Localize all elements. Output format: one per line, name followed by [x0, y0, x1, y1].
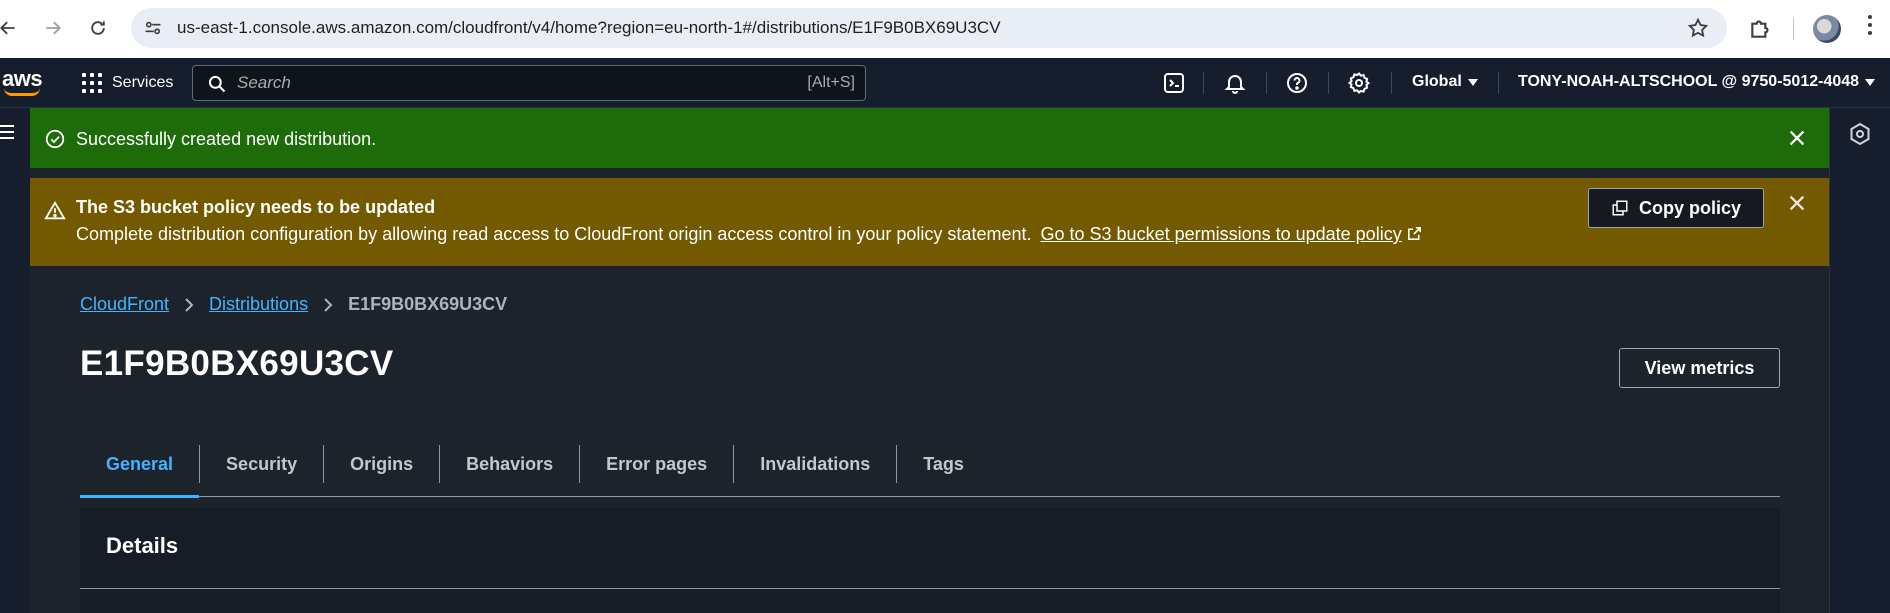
services-label: Services	[112, 74, 174, 91]
extensions-icon[interactable]	[1748, 15, 1774, 41]
tools-panel-icon[interactable]	[1848, 122, 1872, 146]
browser-menu-icon[interactable]	[1866, 15, 1874, 41]
cloudshell-icon[interactable]	[1161, 70, 1187, 96]
settings-gear-icon[interactable]	[1346, 70, 1372, 96]
nav-divider	[1203, 72, 1204, 94]
back-icon[interactable]	[0, 14, 22, 42]
page-title: E1F9B0BX69U3CV	[80, 344, 394, 383]
toolbar-divider	[1793, 18, 1794, 40]
breadcrumb-distributions[interactable]: Distributions	[209, 294, 308, 315]
region-selector[interactable]: Global	[1412, 73, 1478, 91]
nav-divider	[1391, 72, 1392, 94]
notifications-bell-icon[interactable]	[1222, 70, 1248, 96]
tab-invalidations[interactable]: Invalidations	[734, 432, 896, 496]
search-input[interactable]	[237, 73, 737, 93]
chevron-right-icon	[185, 297, 194, 312]
warning-triangle-icon	[44, 200, 66, 220]
profile-avatar[interactable]	[1813, 15, 1841, 43]
view-metrics-button[interactable]: View metrics	[1619, 348, 1780, 388]
nav-divider	[1266, 72, 1267, 94]
main-content: Successfully created new distribution. T…	[30, 108, 1829, 613]
success-message: Successfully created new distribution.	[76, 129, 377, 149]
copy-policy-button[interactable]: Copy policy	[1588, 188, 1764, 228]
caret-down-icon	[1467, 78, 1478, 86]
chevron-right-icon	[324, 297, 333, 312]
region-label: Global	[1412, 73, 1462, 90]
dismiss-warning-close-icon[interactable]	[1786, 192, 1808, 214]
left-nav-rail	[0, 108, 30, 613]
breadcrumb: CloudFront Distributions E1F9B0BX69U3CV	[80, 294, 507, 315]
right-tools-rail	[1829, 108, 1890, 613]
aws-top-nav: aws Services [Alt+S] Global TONY-NOAH-AL…	[0, 58, 1890, 108]
copy-policy-label: Copy policy	[1638, 197, 1741, 218]
distribution-tabs: General Security Origins Behaviors Error…	[80, 432, 1780, 498]
success-check-icon	[45, 129, 65, 149]
url-text[interactable]: us-east-1.console.aws.amazon.com/cloudfr…	[177, 18, 1001, 38]
tab-error-pages[interactable]: Error pages	[580, 432, 733, 496]
tab-tags[interactable]: Tags	[897, 432, 990, 496]
tab-origins[interactable]: Origins	[324, 432, 439, 496]
dismiss-success-close-icon[interactable]	[1786, 127, 1808, 149]
search-icon	[208, 75, 226, 93]
nav-divider	[1498, 72, 1499, 94]
tab-security[interactable]: Security	[200, 432, 323, 496]
search-shortcut-hint: [Alt+S]	[807, 74, 855, 91]
search-box[interactable]: [Alt+S]	[192, 65, 866, 101]
account-label: TONY-NOAH-ALTSCHOOL @ 9750-5012-4048	[1518, 73, 1860, 90]
services-grid-icon	[82, 73, 102, 93]
details-heading: Details	[106, 533, 179, 558]
copy-icon	[1612, 200, 1628, 216]
warning-body: Complete distribution configuration by a…	[76, 224, 1423, 245]
forward-icon[interactable]	[39, 14, 67, 42]
breadcrumb-cloudfront[interactable]: CloudFront	[80, 294, 169, 315]
services-menu-button[interactable]: Services	[82, 70, 173, 96]
aws-logo-smile	[4, 88, 40, 96]
breadcrumb-current: E1F9B0BX69U3CV	[348, 294, 508, 314]
warning-title: The S3 bucket policy needs to be updated	[76, 197, 436, 217]
tab-general[interactable]: General	[80, 432, 200, 498]
details-divider	[80, 588, 1780, 589]
tab-behaviors[interactable]: Behaviors	[440, 432, 579, 496]
warning-flash-banner: The S3 bucket policy needs to be updated…	[30, 178, 1829, 266]
s3-permissions-link[interactable]: Go to S3 bucket permissions to update po…	[1041, 224, 1402, 244]
help-icon[interactable]	[1284, 70, 1310, 96]
caret-down-icon	[1865, 78, 1876, 86]
hamburger-menu-icon[interactable]	[0, 125, 14, 139]
account-menu[interactable]: TONY-NOAH-ALTSCHOOL @ 9750-5012-4048	[1518, 73, 1876, 91]
details-panel: Details	[80, 508, 1780, 613]
warning-message: Complete distribution configuration by a…	[76, 224, 1032, 244]
browser-toolbar: us-east-1.console.aws.amazon.com/cloudfr…	[0, 0, 1890, 58]
success-flash-banner: Successfully created new distribution.	[30, 108, 1829, 168]
nav-divider	[1328, 72, 1329, 94]
bookmark-star-icon[interactable]	[1687, 17, 1709, 39]
reload-icon[interactable]	[84, 14, 112, 42]
site-settings-icon[interactable]	[143, 18, 163, 38]
address-bar[interactable]: us-east-1.console.aws.amazon.com/cloudfr…	[131, 8, 1727, 48]
external-link-icon[interactable]	[1406, 225, 1423, 242]
